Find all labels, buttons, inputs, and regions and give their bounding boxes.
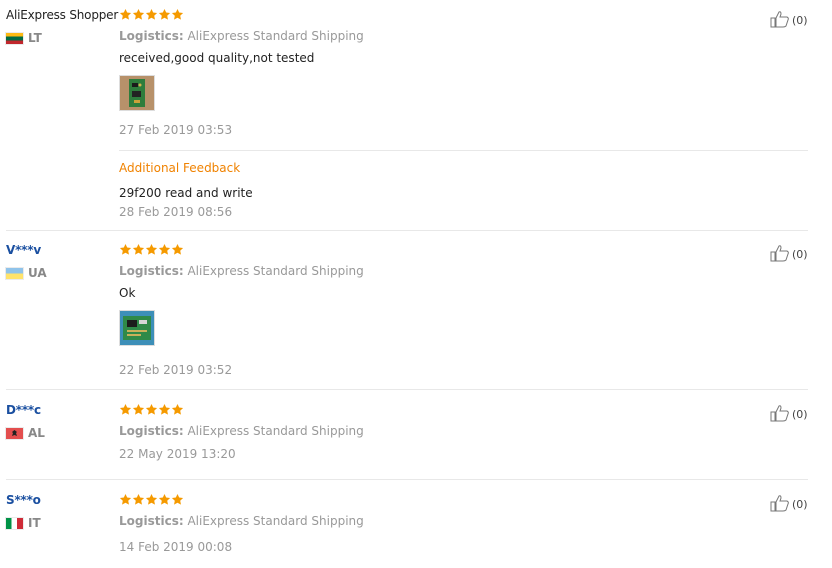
logistics-value: AliExpress Standard Shipping bbox=[187, 424, 364, 438]
reviewer-country: IT bbox=[6, 516, 116, 530]
logistics-label: Logistics: bbox=[119, 264, 184, 278]
flag-lt-icon bbox=[6, 32, 23, 44]
country-code: AL bbox=[28, 426, 45, 440]
review-divider bbox=[6, 230, 808, 231]
thumbs-up-icon bbox=[770, 10, 790, 31]
helpful-button[interactable]: (0) bbox=[770, 10, 808, 31]
flag-it-icon bbox=[6, 517, 23, 529]
logistics-value: AliExpress Standard Shipping bbox=[187, 29, 364, 43]
star-icon bbox=[132, 493, 145, 506]
star-icon bbox=[145, 243, 158, 256]
logistics-value: AliExpress Standard Shipping bbox=[187, 264, 364, 278]
reviewer-info: AliExpress Shopper LT bbox=[6, 8, 118, 45]
reviewer-country: AL bbox=[6, 426, 116, 440]
reviewer-name[interactable]: D***c bbox=[6, 403, 116, 417]
logistics-label: Logistics: bbox=[119, 29, 184, 43]
helpful-button[interactable]: (0) bbox=[770, 494, 808, 515]
review-photo-thumbnail[interactable] bbox=[119, 310, 155, 346]
reviewer-country: LT bbox=[6, 31, 116, 45]
helpful-button[interactable]: (0) bbox=[770, 404, 808, 425]
reviewer-info: V***v UA bbox=[6, 243, 116, 280]
divider bbox=[119, 150, 808, 151]
country-code: IT bbox=[28, 516, 41, 530]
flag-ua-icon bbox=[6, 267, 23, 279]
logistics-label: Logistics: bbox=[119, 514, 184, 528]
additional-feedback-content: Additional Feedback 29f200 read and writ… bbox=[119, 161, 809, 219]
star-icon bbox=[132, 8, 145, 21]
star-icon bbox=[171, 403, 184, 416]
star-icon bbox=[171, 493, 184, 506]
logistics-value: AliExpress Standard Shipping bbox=[187, 514, 364, 528]
reviewer-country: UA bbox=[6, 266, 116, 280]
review-content: Logistics: AliExpress Standard Shipping … bbox=[119, 243, 809, 377]
review-divider bbox=[6, 479, 808, 480]
star-icon bbox=[119, 243, 132, 256]
star-icon bbox=[158, 243, 171, 256]
star-icon bbox=[158, 8, 171, 21]
star-icon bbox=[119, 493, 132, 506]
thumbs-up-icon bbox=[770, 404, 790, 425]
star-icon bbox=[145, 8, 158, 21]
review-text: Ok bbox=[119, 286, 136, 300]
review-content: Logistics: AliExpress Standard Shipping … bbox=[119, 403, 809, 461]
reviewer-name[interactable]: V***v bbox=[6, 243, 116, 257]
star-icon bbox=[132, 403, 145, 416]
reviewer-info: D***c AL bbox=[6, 403, 116, 440]
star-icon bbox=[158, 493, 171, 506]
reviewer-name[interactable]: AliExpress Shopper bbox=[6, 8, 118, 22]
country-code: LT bbox=[28, 31, 42, 45]
star-icon bbox=[171, 243, 184, 256]
additional-feedback-text: 29f200 read and write bbox=[119, 186, 253, 200]
star-icon bbox=[119, 8, 132, 21]
thumbs-up-icon bbox=[770, 244, 790, 265]
review-date: 27 Feb 2019 03:53 bbox=[119, 123, 233, 137]
review-date: 22 Feb 2019 03:52 bbox=[119, 363, 233, 377]
additional-feedback-date: 28 Feb 2019 08:56 bbox=[119, 205, 233, 219]
star-icon bbox=[145, 493, 158, 506]
logistics-info: Logistics: AliExpress Standard Shipping bbox=[119, 514, 809, 528]
helpful-count: (0) bbox=[792, 248, 808, 261]
reviewer-name[interactable]: S***o bbox=[6, 493, 116, 507]
helpful-count: (0) bbox=[792, 14, 808, 27]
logistics-info: Logistics: AliExpress Standard Shipping bbox=[119, 424, 809, 438]
star-icon bbox=[145, 403, 158, 416]
star-rating bbox=[119, 243, 809, 257]
reviewer-info: S***o IT bbox=[6, 493, 116, 530]
helpful-count: (0) bbox=[792, 498, 808, 511]
flag-al-icon bbox=[6, 427, 23, 439]
star-icon bbox=[158, 403, 171, 416]
star-rating bbox=[119, 493, 809, 507]
star-icon bbox=[171, 8, 184, 21]
review-photo-thumbnail[interactable] bbox=[119, 75, 155, 111]
logistics-info: Logistics: AliExpress Standard Shipping bbox=[119, 29, 809, 43]
review-divider bbox=[6, 389, 808, 390]
additional-feedback-title: Additional Feedback bbox=[119, 161, 241, 175]
star-rating bbox=[119, 8, 809, 22]
review-content: Logistics: AliExpress Standard Shipping … bbox=[119, 8, 809, 137]
logistics-label: Logistics: bbox=[119, 424, 184, 438]
review-date: 14 Feb 2019 00:08 bbox=[119, 540, 233, 554]
review-text: received,good quality,not tested bbox=[119, 51, 315, 65]
thumbs-up-icon bbox=[770, 494, 790, 515]
country-code: UA bbox=[28, 266, 47, 280]
star-icon bbox=[132, 243, 145, 256]
review-date: 22 May 2019 13:20 bbox=[119, 447, 236, 461]
helpful-button[interactable]: (0) bbox=[770, 244, 808, 265]
logistics-info: Logistics: AliExpress Standard Shipping bbox=[119, 264, 809, 278]
star-rating bbox=[119, 403, 809, 417]
helpful-count: (0) bbox=[792, 408, 808, 421]
review-content: Logistics: AliExpress Standard Shipping … bbox=[119, 493, 809, 554]
star-icon bbox=[119, 403, 132, 416]
